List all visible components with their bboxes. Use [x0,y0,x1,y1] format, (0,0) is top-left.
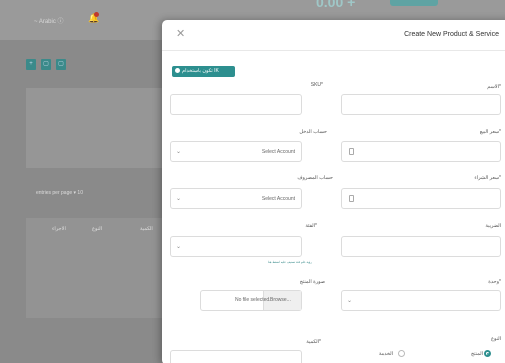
expense-account-label: حساب المصروف [297,175,333,181]
type-label: النوع [491,336,501,342]
radio-product[interactable] [484,350,491,357]
create-product-modal: ✕ Create New Product & Service تكون باست… [162,20,505,363]
toggle-label: تكون باستخدام IK [182,68,219,74]
quantity-input[interactable] [170,350,302,363]
quantity-label: الكمية* [306,339,321,345]
chevron-down-icon: ⌄ [176,196,182,202]
select-value: Select Account [261,196,295,202]
background-price: 0.00 + [316,0,356,10]
radio-service-label: الخدمة [378,351,393,357]
select-value: Select Account [261,149,295,155]
sku-label: SKU* [310,82,323,88]
name-label: الاسم* [487,84,501,90]
tax-input[interactable] [341,236,501,257]
tax-label: الضريبة [485,223,501,229]
table-header: الاجراء [52,226,66,232]
sale-price-input[interactable] [341,141,501,162]
table-header: الكمية [140,226,153,232]
chevron-down-icon: ⌄ [347,298,353,304]
category-helper-link[interactable]: رؤية علم فئة تصنيف عليه اضغط هنا [268,260,312,264]
toggle-knob-icon [175,68,180,74]
chevron-down-icon: ⌄ [176,149,182,155]
notification-dot [94,12,99,17]
browse-label: Browse... [270,297,291,303]
modal-title: Create New Product & Service [404,31,499,38]
radio-service[interactable] [398,350,405,357]
product-image-file-input[interactable]: Browse... No file selected. [200,290,302,311]
table-header: النوع [92,226,102,232]
sale-price-label: سعر البيع* [479,129,501,135]
calculator-icon [349,195,354,202]
background-top-button[interactable] [390,0,438,6]
close-icon[interactable]: ✕ [176,29,185,40]
unit-label: وحدة* [488,279,501,285]
background-add-button[interactable]: + [26,59,36,70]
calculator-icon [349,148,354,155]
expense-account-select[interactable]: ⌄ Select Account [170,188,302,209]
background-square-button[interactable]: ▢ [41,59,51,70]
category-label: الفئة* [305,223,317,229]
sku-input[interactable] [170,94,302,115]
category-select[interactable]: ⌄ [170,236,302,257]
divider [162,50,505,51]
entries-per-page[interactable]: entries per page ▾ 10 [36,190,83,196]
unit-select[interactable]: ⌄ [341,290,501,311]
background-square-button[interactable]: ▢ [56,59,66,70]
toggle-button[interactable]: تكون باستخدام IK [172,66,235,77]
income-account-select[interactable]: ⌄ Select Account [170,141,302,162]
income-account-label: حساب الدخل [299,129,327,135]
purchase-price-input[interactable] [341,188,501,209]
chevron-down-icon: ⌄ [176,244,182,250]
file-status: No file selected. [235,297,271,303]
purchase-price-label: سعر الشراء* [474,175,501,181]
product-image-label: صورة المنتج [299,279,325,285]
radio-product-label: المنتج [470,351,483,357]
language-selector[interactable]: ~ Arabic ⓘ [34,16,64,25]
name-input[interactable] [341,94,501,115]
